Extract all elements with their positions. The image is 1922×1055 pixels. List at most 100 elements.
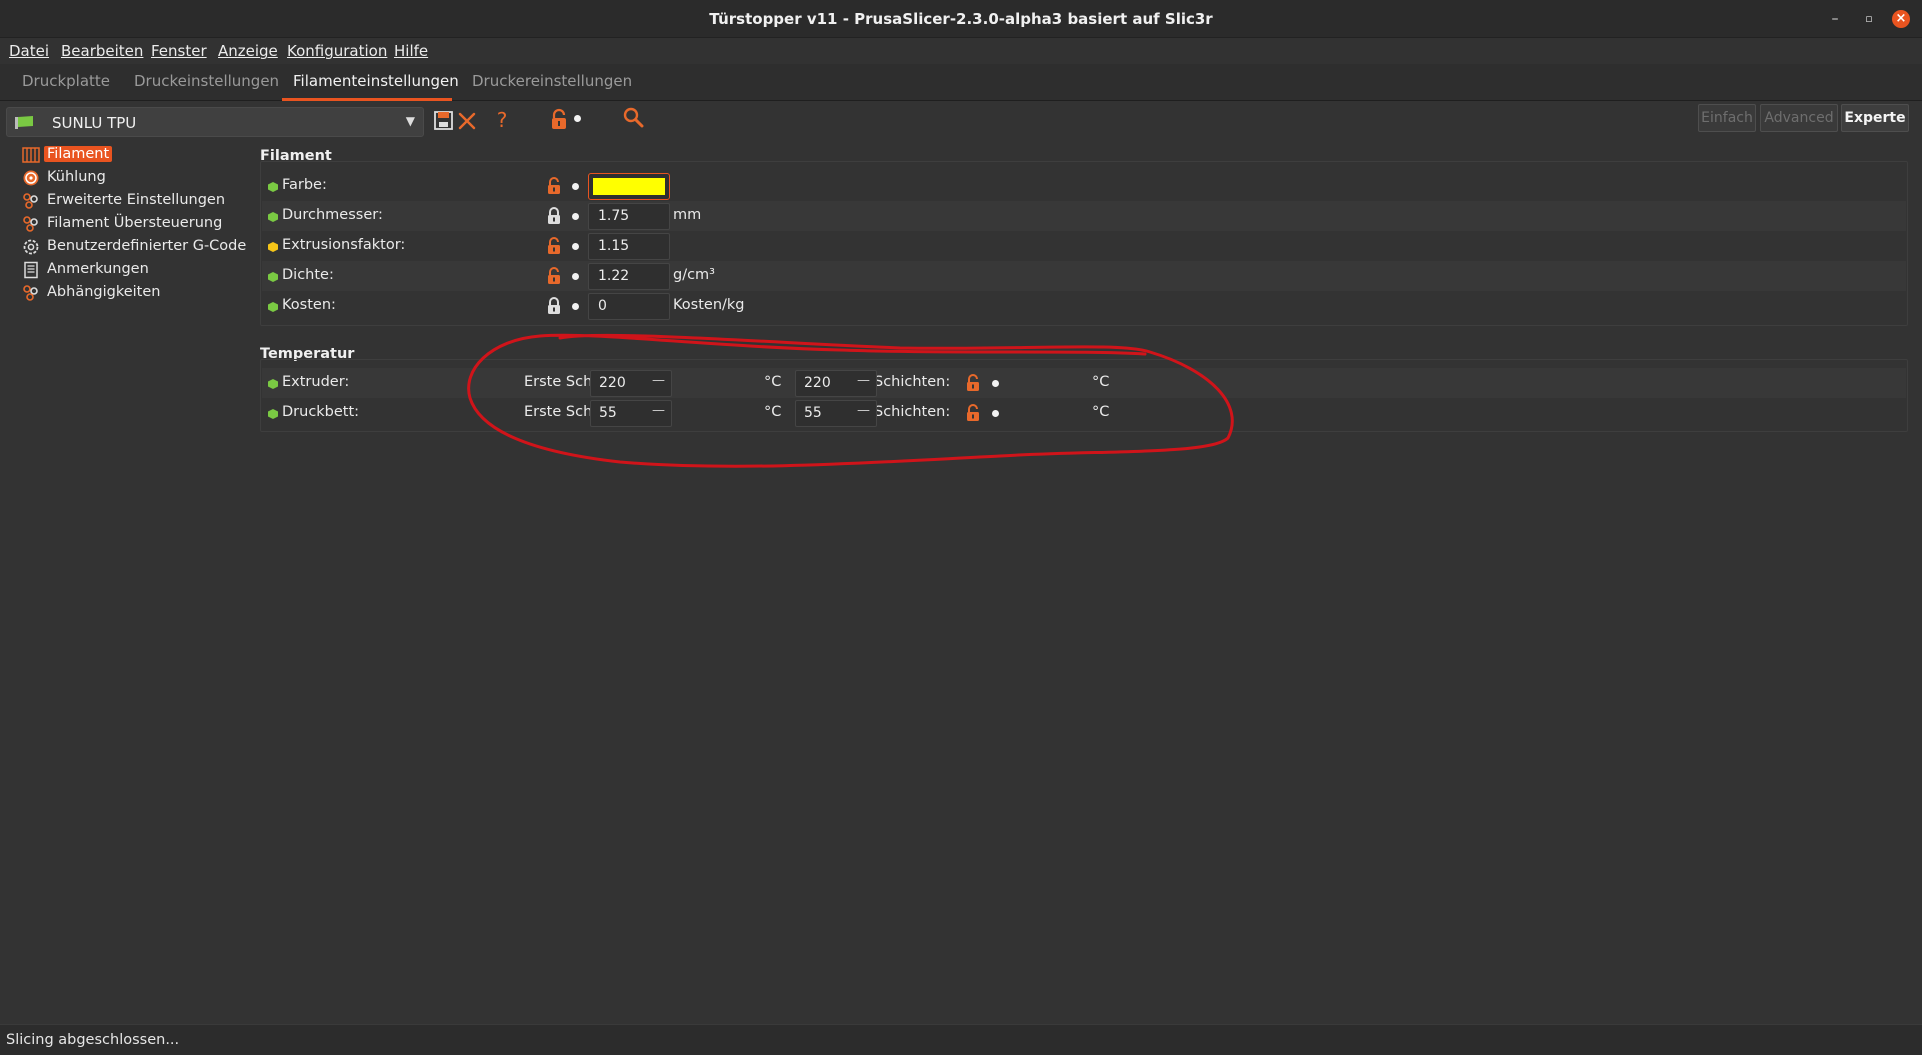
first-layer-label: Erste Schi (524, 404, 590, 420)
row-farbe: Farbe: (262, 171, 1906, 201)
row-label: Durchmesser: (282, 207, 383, 223)
first-layer-label: Erste Schi (524, 374, 590, 390)
menu-fenster[interactable]: Fenster (151, 42, 207, 60)
search-icon[interactable] (622, 106, 646, 130)
spinner-decrement[interactable]: — (857, 373, 870, 388)
spinner-value: 220 (804, 375, 831, 391)
save-preset-icon[interactable] (432, 109, 456, 133)
system-value-bullet-icon (572, 243, 579, 250)
spinner-decrement[interactable]: — (652, 373, 665, 388)
tab-druckplatte[interactable]: Druckplatte (22, 72, 110, 90)
bed-other-layers-spinner[interactable]: 55 — (795, 400, 877, 427)
status-text: Slicing abgeschlossen... (6, 1032, 180, 1048)
sidebar-item-filament-uebersteuerung[interactable]: Filament Übersteuerung (22, 213, 252, 235)
menu-anzeige[interactable]: Anzeige (218, 42, 278, 60)
kosten-input[interactable]: 0 (588, 293, 670, 320)
locked-icon[interactable] (546, 207, 562, 225)
tab-druckeinstellungen[interactable]: Druckeinstellungen (134, 72, 279, 90)
menu-bearbeiten[interactable]: Bearbeiten (61, 42, 143, 60)
row-dichte: Dichte: 1.22 g/cm³ (262, 261, 1906, 291)
durchmesser-input[interactable]: 1.75 (588, 203, 670, 230)
help-question-icon[interactable]: ? (490, 108, 514, 132)
spinner-value: 220 (599, 375, 626, 391)
mode-dot-icon (268, 272, 278, 282)
sidebar-item-kuehlung[interactable]: Kühlung (22, 167, 252, 189)
unit-label: g/cm³ (673, 267, 715, 283)
locked-icon[interactable] (546, 297, 562, 315)
system-value-bullet-icon (572, 183, 579, 190)
sidebar-item-anmerkungen[interactable]: Anmerkungen (22, 259, 252, 281)
sidebar-item-erweiterte-einstellungen[interactable]: Erweiterte Einstellungen (22, 190, 252, 212)
sidebar-item-abhaengigkeiten[interactable]: Abhängigkeiten (22, 282, 252, 304)
sidebar-item-benutzerdefinierter-gcode[interactable]: Benutzerdefinierter G-Code (22, 236, 252, 258)
unlocked-icon[interactable] (546, 267, 562, 285)
menu-hilfe[interactable]: Hilfe (394, 42, 428, 60)
preset-dropdown[interactable]: SUNLU TPU ▼ (6, 107, 424, 137)
system-value-bullet-icon (574, 115, 581, 122)
gcode-gear-icon (23, 239, 39, 255)
row-extrusionsfaktor: Extrusionsfaktor: 1.15 (262, 231, 1906, 261)
extruder-first-layer-spinner[interactable]: 220 — (590, 370, 672, 397)
tab-filamenteinstellungen[interactable]: Filamenteinstellungen (293, 72, 459, 90)
unit-label: °C (1092, 374, 1110, 390)
status-bar: Slicing abgeschlossen... (0, 1024, 1922, 1055)
unit-label: °C (764, 404, 782, 420)
system-value-bullet-icon (572, 303, 579, 310)
tab-druckereinstellungen[interactable]: Druckereinstellungen (472, 72, 632, 90)
sidebar-item-label: Kühlung (47, 169, 106, 185)
sidebar-item-label: Benutzerdefinierter G-Code (47, 238, 247, 254)
system-value-bullet-icon (572, 273, 579, 280)
preset-toolbar: SUNLU TPU ▼ (0, 101, 1922, 141)
window-title: Türstopper v11 - PrusaSlicer-2.3.0-alpha… (709, 10, 1213, 28)
row-label: Extrusionsfaktor: (282, 237, 406, 253)
dichte-input[interactable]: 1.22 (588, 263, 670, 290)
extruder-other-layers-spinner[interactable]: 220 — (795, 370, 877, 397)
mode-advanced-button[interactable]: Advanced (1760, 104, 1838, 132)
mode-experte-button[interactable]: Experte (1841, 104, 1909, 132)
other-layers-label-text: Schichten: (877, 374, 951, 390)
minimize-button[interactable]: – (1826, 10, 1844, 28)
title-bar: Türstopper v11 - PrusaSlicer-2.3.0-alpha… (0, 0, 1922, 38)
spinner-decrement[interactable]: — (857, 403, 870, 418)
sidebar-item-filament[interactable]: Filament (22, 144, 252, 166)
maximize-button[interactable]: ▫ (1860, 10, 1878, 28)
row-label: Kosten: (282, 297, 336, 313)
bed-first-layer-spinner[interactable]: 55 — (590, 400, 672, 427)
color-picker-button[interactable] (588, 173, 670, 200)
spinner-decrement[interactable]: — (652, 403, 665, 418)
mode-dot-icon (268, 242, 278, 252)
unlocked-icon[interactable] (546, 177, 562, 195)
other-layers-label: Schichten: (877, 374, 957, 390)
row-label: Dichte: (282, 267, 334, 283)
mode-dot-icon (268, 182, 278, 192)
menu-datei[interactable]: Datei (9, 42, 49, 60)
unlocked-icon[interactable] (546, 237, 562, 255)
other-layers-label-text: Schichten: (877, 404, 951, 420)
extrusionsfaktor-input[interactable]: 1.15 (588, 233, 670, 260)
system-value-bullet-icon (992, 380, 999, 387)
mode-einfach-button[interactable]: Einfach (1698, 104, 1756, 132)
unlocked-icon[interactable] (965, 404, 981, 422)
sidebar-item-label: Anmerkungen (47, 261, 149, 277)
sidebar-item-label: Erweiterte Einstellungen (47, 192, 226, 208)
delete-preset-icon[interactable] (455, 109, 479, 133)
spinner-value: 55 (599, 405, 617, 421)
system-value-bullet-icon (992, 410, 999, 417)
mode-dot-icon (268, 302, 278, 312)
row-durchmesser: Durchmesser: 1.75 mm (262, 201, 1906, 231)
color-swatch (593, 178, 665, 195)
unit-label: mm (673, 207, 702, 223)
menu-konfiguration[interactable]: Konfiguration (287, 42, 387, 60)
preset-name: SUNLU TPU (52, 114, 137, 132)
chevron-down-icon: ▼ (405, 114, 415, 128)
unlocked-icon[interactable] (547, 108, 571, 132)
unlocked-icon[interactable] (965, 374, 981, 392)
unit-label: Kosten/kg (673, 297, 745, 313)
close-button[interactable]: × (1892, 10, 1910, 28)
unit-label: °C (764, 374, 782, 390)
svg-text:?: ? (497, 108, 508, 132)
spinner-value: 55 (804, 405, 822, 421)
row-kosten: Kosten: 0 Kosten/kg (262, 291, 1906, 321)
filament-icon (22, 147, 40, 163)
row-druckbett: Druckbett: Erste Schi 55 — °C 55 — Schic… (262, 398, 1906, 428)
